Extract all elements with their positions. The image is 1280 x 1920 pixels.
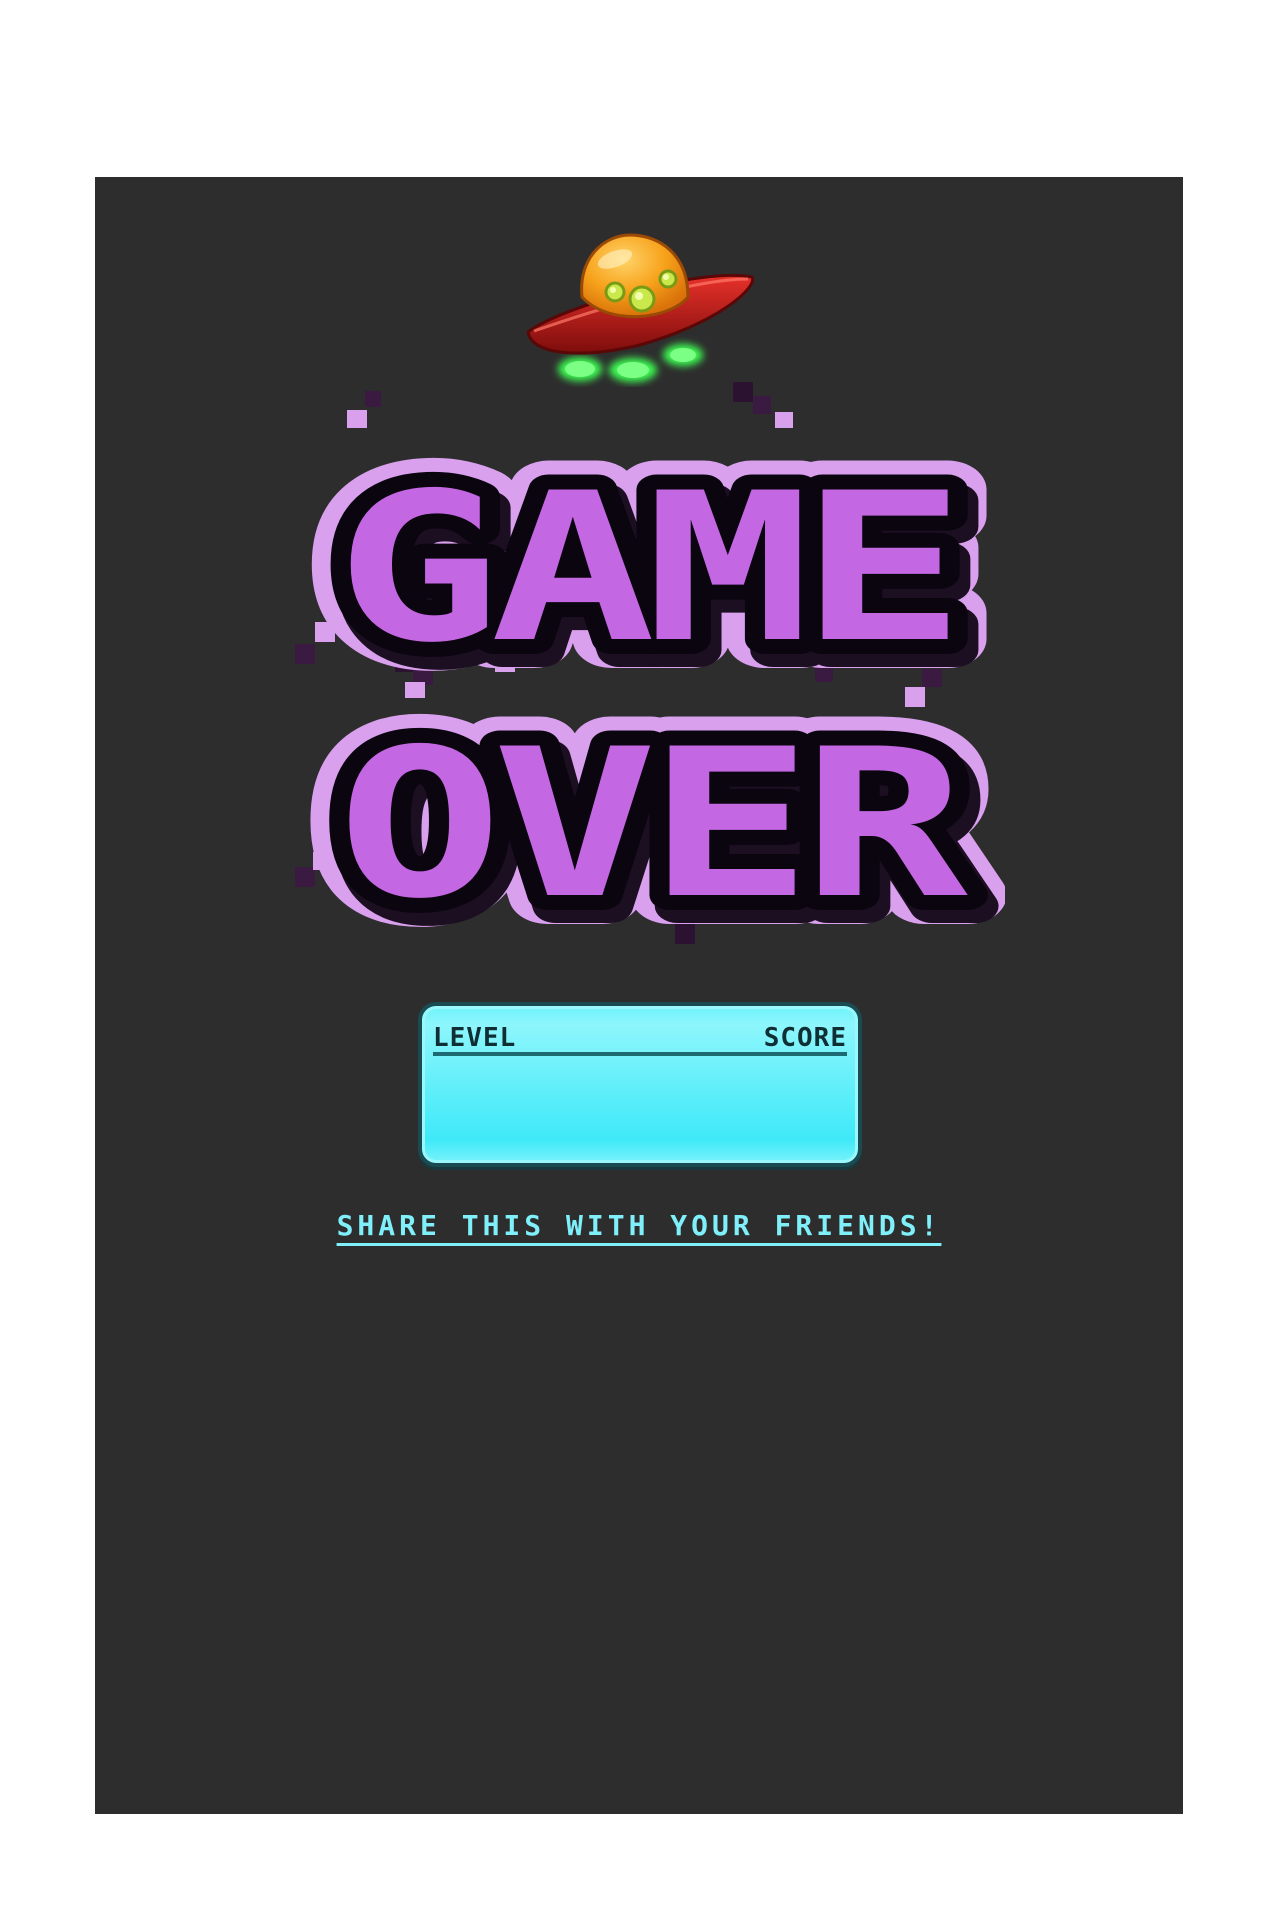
title-line1: GAME <box>335 450 955 688</box>
title-line2: OVER <box>337 706 969 944</box>
score-panel: LEVEL SCORE <box>418 1002 862 1167</box>
share-link[interactable]: SHARE THIS WITH YOUR FRIENDS! <box>337 1209 942 1242</box>
level-label: LEVEL <box>433 1023 517 1053</box>
game-over-screen: GAME GAME GAME GAME OVER OVER OVER OVER … <box>95 177 1183 1814</box>
ufo-icon <box>526 233 755 382</box>
score-panel-header: LEVEL SCORE <box>433 1024 847 1056</box>
score-label: SCORE <box>763 1023 847 1053</box>
share-link-row: SHARE THIS WITH YOUR FRIENDS! <box>95 1209 1183 1242</box>
game-over-title: GAME GAME GAME GAME OVER OVER OVER OVER <box>295 382 1005 967</box>
